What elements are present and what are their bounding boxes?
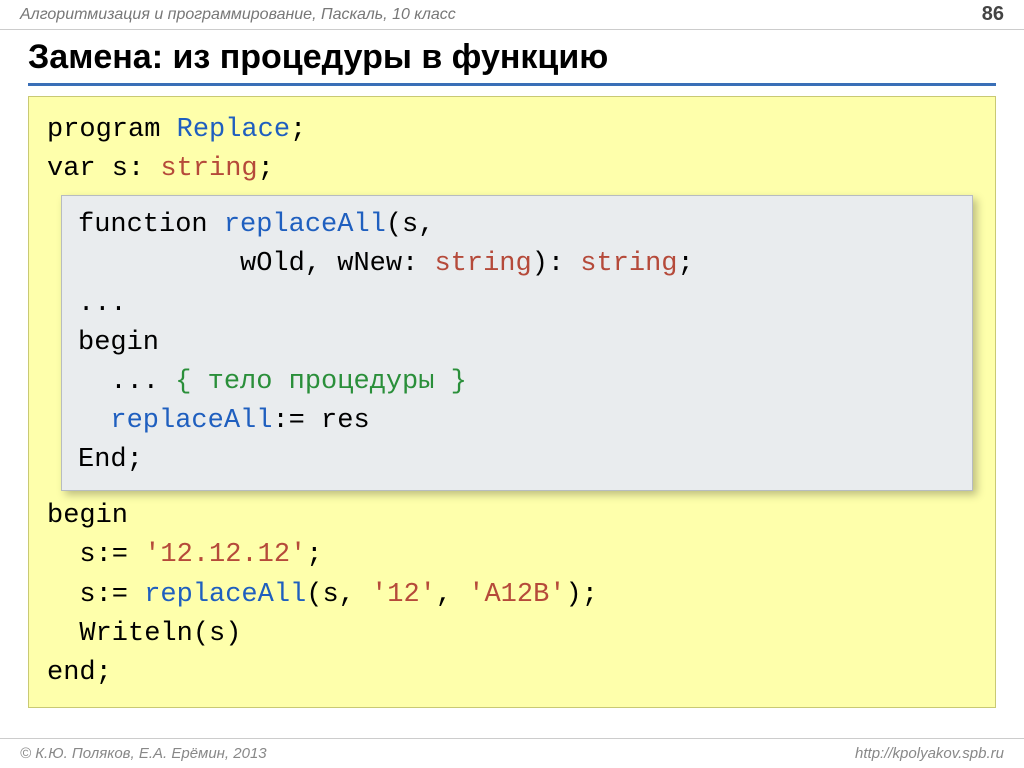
header-title: Алгоритмизация и программирование, Паска… xyxy=(20,6,456,24)
text: ... xyxy=(78,367,175,397)
code-line: ... { тело процедуры } xyxy=(78,363,956,402)
punct: ; xyxy=(290,115,306,145)
string-literal: '12' xyxy=(371,580,436,610)
identifier: Replace xyxy=(177,115,290,145)
kw: var s: xyxy=(47,154,160,184)
string-literal: 'A12B' xyxy=(468,580,565,610)
code-line: program Replace; xyxy=(29,111,995,150)
page-number: 86 xyxy=(982,3,1004,26)
text: s:= xyxy=(47,580,144,610)
code-line: function replaceAll(s, xyxy=(78,206,956,245)
identifier: replaceAll xyxy=(110,406,272,436)
punct: ; xyxy=(306,540,322,570)
punct: ; xyxy=(678,249,694,279)
kw: program xyxy=(47,115,177,145)
text: := res xyxy=(272,406,369,436)
punct: (s, xyxy=(386,210,435,240)
identifier: replaceAll xyxy=(224,210,386,240)
type: string xyxy=(160,154,257,184)
code-line: end; xyxy=(29,654,995,693)
type: string xyxy=(580,249,677,279)
code-block-inner: function replaceAll(s, wOld, wNew: strin… xyxy=(61,195,973,491)
footer-bar: © К.Ю. Поляков, Е.А. Ерёмин, 2013 http:/… xyxy=(0,738,1024,768)
code-line: begin xyxy=(78,324,956,363)
footer-copyright: © К.Ю. Поляков, Е.А. Ерёмин, 2013 xyxy=(20,745,267,762)
content-area: Замена: из процедуры в функцию program R… xyxy=(0,30,1024,738)
punct: , xyxy=(436,580,468,610)
punct: ); xyxy=(566,580,598,610)
punct: ; xyxy=(258,154,274,184)
header-bar: Алгоритмизация и программирование, Паска… xyxy=(0,0,1024,30)
string-literal: '12.12.12' xyxy=(144,540,306,570)
kw: function xyxy=(78,210,224,240)
slide-title: Замена: из процедуры в функцию xyxy=(28,38,996,86)
code-line: wOld, wNew: string): string; xyxy=(78,245,956,284)
code-line: s:= '12.12.12'; xyxy=(29,536,995,575)
punct: (s, xyxy=(306,580,371,610)
params: wOld, wNew: xyxy=(78,249,434,279)
identifier: replaceAll xyxy=(144,580,306,610)
punct: ): xyxy=(532,249,581,279)
code-line: var s: string; xyxy=(29,150,995,189)
code-line: Writeln(s) xyxy=(29,615,995,654)
code-line: ... xyxy=(78,285,956,324)
footer-url: http://kpolyakov.spb.ru xyxy=(855,745,1004,762)
code-line: End; xyxy=(78,441,956,480)
comment: { тело процедуры } xyxy=(175,367,467,397)
type: string xyxy=(434,249,531,279)
code-line: begin xyxy=(29,497,995,536)
text: s:= xyxy=(47,540,144,570)
code-block-outer: program Replace; var s: string; function… xyxy=(28,96,996,708)
indent xyxy=(78,406,110,436)
code-line: s:= replaceAll(s, '12', 'A12B'); xyxy=(29,576,995,615)
code-line: replaceAll:= res xyxy=(78,402,956,441)
